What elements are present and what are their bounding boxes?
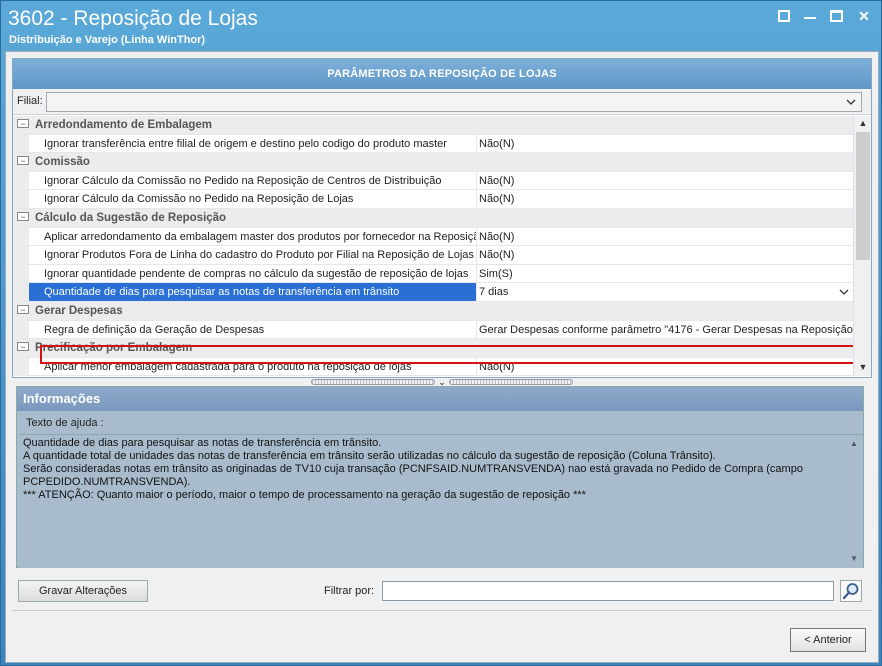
- filial-combobox[interactable]: [46, 92, 862, 112]
- bottom-toolbar: Gravar Alterações Filtrar por:: [12, 580, 872, 604]
- collapse-icon[interactable]: −: [17, 119, 29, 129]
- splitter-grip-right[interactable]: [449, 379, 573, 385]
- grid-scrollbar[interactable]: ▲ ▼: [853, 116, 871, 376]
- window-subtitle: Distribuição e Varejo (Linha WinThor): [9, 34, 206, 46]
- property-row[interactable]: Regra de definição da Geração de Despesa…: [13, 320, 853, 340]
- scroll-thumb[interactable]: [856, 132, 870, 260]
- scroll-up-icon[interactable]: ▲: [857, 118, 869, 130]
- filter-label: Filtrar por:: [324, 585, 375, 597]
- category-label: Comissão: [35, 156, 90, 169]
- scroll-down-icon[interactable]: ▼: [857, 362, 869, 374]
- scroll-up-icon[interactable]: ▲: [850, 437, 858, 450]
- property-value[interactable]: Não(N): [477, 172, 853, 190]
- property-value[interactable]: Sim(S): [477, 265, 853, 283]
- app-window: 3602 - Reposição de Lojas Distribuição e…: [0, 0, 882, 666]
- property-row[interactable]: Aplicar arredondamento da embalagem mast…: [13, 227, 853, 247]
- property-name: Ignorar Produtos Fora de Linha do cadast…: [29, 246, 477, 264]
- property-name: Aplicar menor embalagem cadastrada para …: [29, 357, 477, 376]
- property-value-dropdown[interactable]: 7 dias: [477, 283, 853, 301]
- property-name: Regra de definição da Geração de Despesa…: [29, 320, 477, 339]
- filter-input[interactable]: [382, 581, 834, 601]
- property-name: Ignorar Cálculo da Comissão no Pedido na…: [29, 171, 477, 190]
- category-row[interactable]: − Cálculo da Sugestão de Reposição: [13, 208, 853, 228]
- window-title: 3602 - Reposição de Lojas: [8, 7, 258, 30]
- restore-icon[interactable]: [778, 10, 790, 22]
- previous-button[interactable]: < Anterior: [790, 628, 866, 652]
- help-line: A quantidade total de unidades das notas…: [23, 450, 716, 462]
- property-row[interactable]: Aplicar menor embalagem cadastrada para …: [13, 357, 853, 376]
- property-row[interactable]: Ignorar transferência entre filial de or…: [13, 134, 853, 154]
- category-row[interactable]: − Gerar Despesas: [13, 301, 853, 321]
- minimize-icon[interactable]: [804, 9, 816, 19]
- splitter-grip-left[interactable]: [311, 379, 435, 385]
- magnifier-icon: [842, 583, 859, 600]
- collapse-icon[interactable]: −: [17, 211, 29, 221]
- collapse-icon[interactable]: −: [17, 342, 29, 352]
- property-name: Ignorar quantidade pendente de compras n…: [29, 264, 477, 283]
- save-changes-button[interactable]: Gravar Alterações: [18, 580, 148, 602]
- collapse-icon[interactable]: −: [17, 156, 29, 166]
- property-name: Aplicar arredondamento da embalagem mast…: [29, 227, 477, 246]
- property-value[interactable]: Não(N): [477, 135, 853, 153]
- category-label: Precificação por Embalagem: [35, 342, 193, 355]
- category-row[interactable]: − Comissão: [13, 153, 853, 172]
- category-label: Arredondamento de Embalagem: [35, 119, 213, 131]
- property-value[interactable]: Não(N): [477, 246, 853, 264]
- close-icon[interactable]: ✕: [857, 9, 871, 23]
- property-value[interactable]: Não(N): [477, 228, 853, 246]
- parameters-panel: PARÂMETROS DA REPOSIÇÃO DE LOJAS Filial:…: [12, 58, 872, 378]
- property-name: Quantidade de dias para pesquisar as not…: [29, 283, 477, 301]
- help-line: *** ATENÇÃO: Quanto maior o período, mai…: [23, 489, 586, 501]
- help-line: Quantidade de dias para pesquisar as not…: [23, 437, 382, 449]
- property-row[interactable]: Ignorar Produtos Fora de Linha do cadast…: [13, 246, 853, 265]
- property-row[interactable]: Ignorar Cálculo da Comissão no Pedido na…: [13, 190, 853, 209]
- panel-splitter[interactable]: ⌄: [10, 378, 876, 387]
- category-label: Gerar Despesas: [35, 304, 123, 317]
- window-controls: ✕: [778, 9, 871, 23]
- filial-label: Filial:: [17, 95, 43, 107]
- property-name: Ignorar Cálculo da Comissão no Pedido na…: [29, 190, 477, 208]
- chevron-down-icon[interactable]: [838, 286, 850, 298]
- property-row-selected[interactable]: Quantidade de dias para pesquisar as not…: [13, 283, 853, 302]
- property-value[interactable]: Gerar Despesas conforme parâmetro "4176 …: [477, 321, 853, 339]
- category-label: Cálculo da Sugestão de Reposição: [35, 211, 227, 224]
- filter-button[interactable]: [840, 580, 862, 602]
- scroll-down-icon[interactable]: ▼: [850, 552, 858, 565]
- property-value[interactable]: Não(N): [477, 190, 853, 208]
- property-value-text: 7 dias: [479, 286, 509, 299]
- category-row[interactable]: − Arredondamento de Embalagem: [13, 116, 853, 135]
- divider: [12, 610, 872, 611]
- info-header: Informações: [17, 387, 863, 411]
- help-line: PCPEDIDO.NUMTRANSVENDA).: [23, 476, 191, 488]
- property-row[interactable]: Ignorar Cálculo da Comissão no Pedido na…: [13, 171, 853, 191]
- client-area: PARÂMETROS DA REPOSIÇÃO DE LOJAS Filial:…: [5, 51, 879, 663]
- help-text-label: Texto de ajuda :: [26, 417, 104, 429]
- help-scrollbar[interactable]: ▲ ▼: [847, 435, 863, 567]
- filial-row: Filial:: [13, 89, 871, 115]
- help-line: Serão consideradas notas em trânsito as …: [23, 463, 803, 475]
- property-value[interactable]: Não(N): [477, 358, 853, 376]
- property-grid: − Arredondamento de Embalagem Ignorar tr…: [13, 116, 853, 376]
- chevron-down-icon[interactable]: [845, 96, 857, 108]
- property-name: Ignorar transferência entre filial de or…: [29, 134, 477, 153]
- title-bar: 3602 - Reposição de Lojas Distribuição e…: [1, 1, 881, 49]
- help-text-area: Quantidade de dias para pesquisar as not…: [19, 434, 863, 568]
- panel-header: PARÂMETROS DA REPOSIÇÃO DE LOJAS: [13, 59, 871, 89]
- category-row[interactable]: − Precificação por Embalagem: [13, 339, 853, 358]
- chevron-down-icon[interactable]: ⌄: [435, 378, 449, 387]
- property-row[interactable]: Ignorar quantidade pendente de compras n…: [13, 264, 853, 284]
- maximize-icon[interactable]: [830, 10, 843, 22]
- info-panel: Informações Texto de ajuda : Quantidade …: [16, 386, 864, 568]
- collapse-icon[interactable]: −: [17, 304, 29, 314]
